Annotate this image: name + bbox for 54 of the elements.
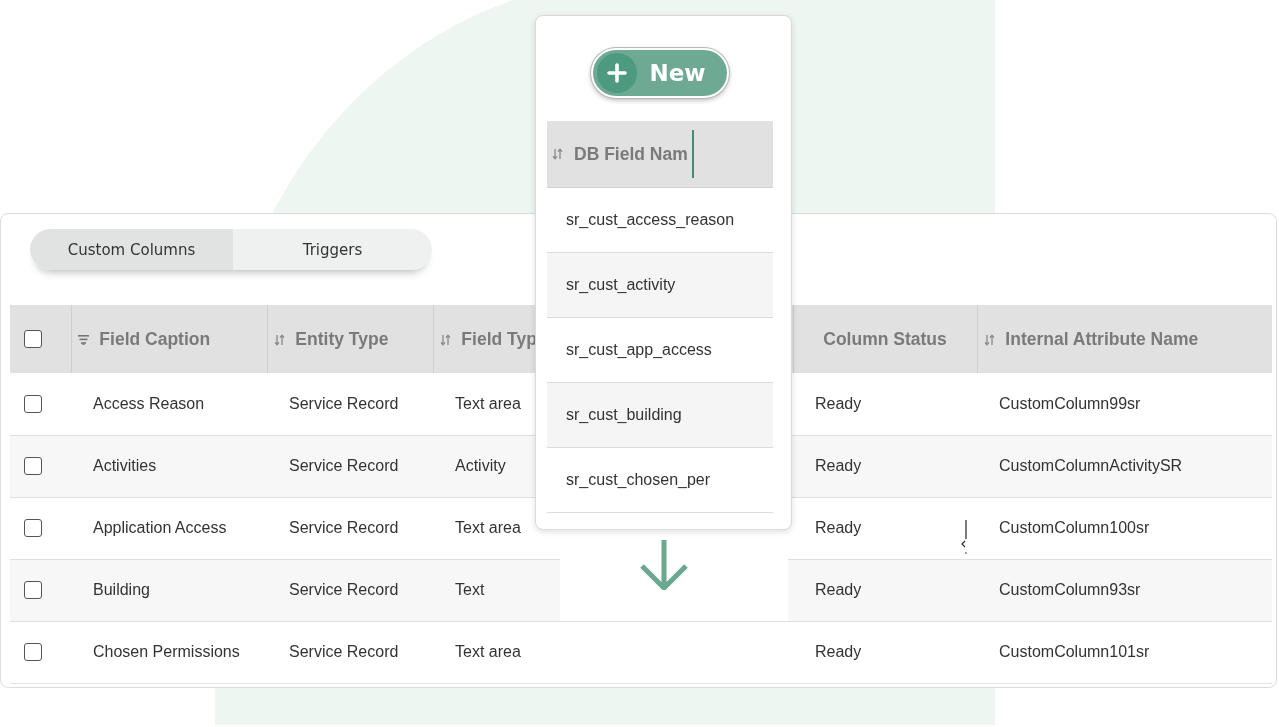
table-cell: sr_cust_app_access (566, 341, 712, 359)
table-cell: Ready (815, 581, 862, 598)
table-cell: Activity (455, 457, 506, 474)
table-cell: sr_cust_activity (566, 276, 676, 294)
new-button[interactable]: New (590, 48, 729, 98)
column-header[interactable]: Field Caption (71, 305, 267, 373)
table-cell: sr_cust_building (566, 406, 682, 424)
checkbox[interactable] (24, 330, 42, 348)
table-cell: Service Record (289, 394, 399, 412)
table-cell: CustomColumn99sr (999, 394, 1141, 412)
table-cell: sr_cust_access_reason (566, 211, 735, 229)
table-cell: CustomColumnActivitySR (999, 457, 1183, 474)
cursor-line-icon (691, 130, 694, 178)
table-cell: Ready (815, 519, 862, 536)
table-cell: CustomColumn100sr (999, 519, 1150, 536)
column-header[interactable]: Entity Type (267, 305, 433, 373)
checkbox[interactable] (24, 519, 42, 537)
table-cell: Text (455, 581, 485, 598)
table-cell: Application Access (93, 519, 227, 536)
tab[interactable]: Custom Columns (30, 229, 233, 270)
tab[interactable]: Triggers (233, 229, 432, 270)
table-cell: Access Reason (93, 394, 205, 412)
sort-icon (439, 333, 451, 346)
filter-icon (77, 333, 89, 346)
checkbox[interactable] (24, 643, 42, 661)
table-cell: Text area (455, 519, 521, 536)
table-cell: Service Record (289, 643, 399, 660)
table-cell: Service Record (289, 457, 399, 474)
table-cell: Ready (815, 394, 862, 412)
table-cell: Activities (93, 457, 157, 474)
cursor-icon (960, 519, 970, 555)
table-cell: Ready (815, 643, 862, 660)
table-cell: sr_cust_chosen_per (566, 471, 711, 489)
sort-icon (983, 333, 995, 346)
table-cell: Service Record (289, 581, 399, 598)
table-cell: CustomColumn101sr (999, 643, 1150, 660)
checkbox[interactable] (24, 394, 42, 413)
column-header[interactable]: DB Field Nam (547, 121, 773, 188)
column-header[interactable]: Internal Attribute Name (977, 305, 1272, 373)
table-cell: Building (93, 581, 150, 598)
table-cell: Text area (455, 643, 521, 660)
sort-icon (273, 333, 285, 346)
down-arrow-icon (640, 540, 688, 590)
checkbox[interactable] (24, 457, 42, 475)
column-header[interactable]: Column Status (793, 305, 977, 373)
table-cell: Service Record (289, 519, 399, 536)
table-cell: Ready (815, 457, 862, 474)
table-cell: Text area (455, 394, 521, 412)
column-header[interactable]: Field Typ (433, 305, 535, 373)
table-cell: CustomColumn93sr (999, 581, 1141, 598)
table-cell: Chosen Permissions (93, 643, 240, 660)
sort-icon (552, 148, 563, 160)
plus-icon (596, 53, 637, 93)
checkbox[interactable] (24, 581, 42, 599)
